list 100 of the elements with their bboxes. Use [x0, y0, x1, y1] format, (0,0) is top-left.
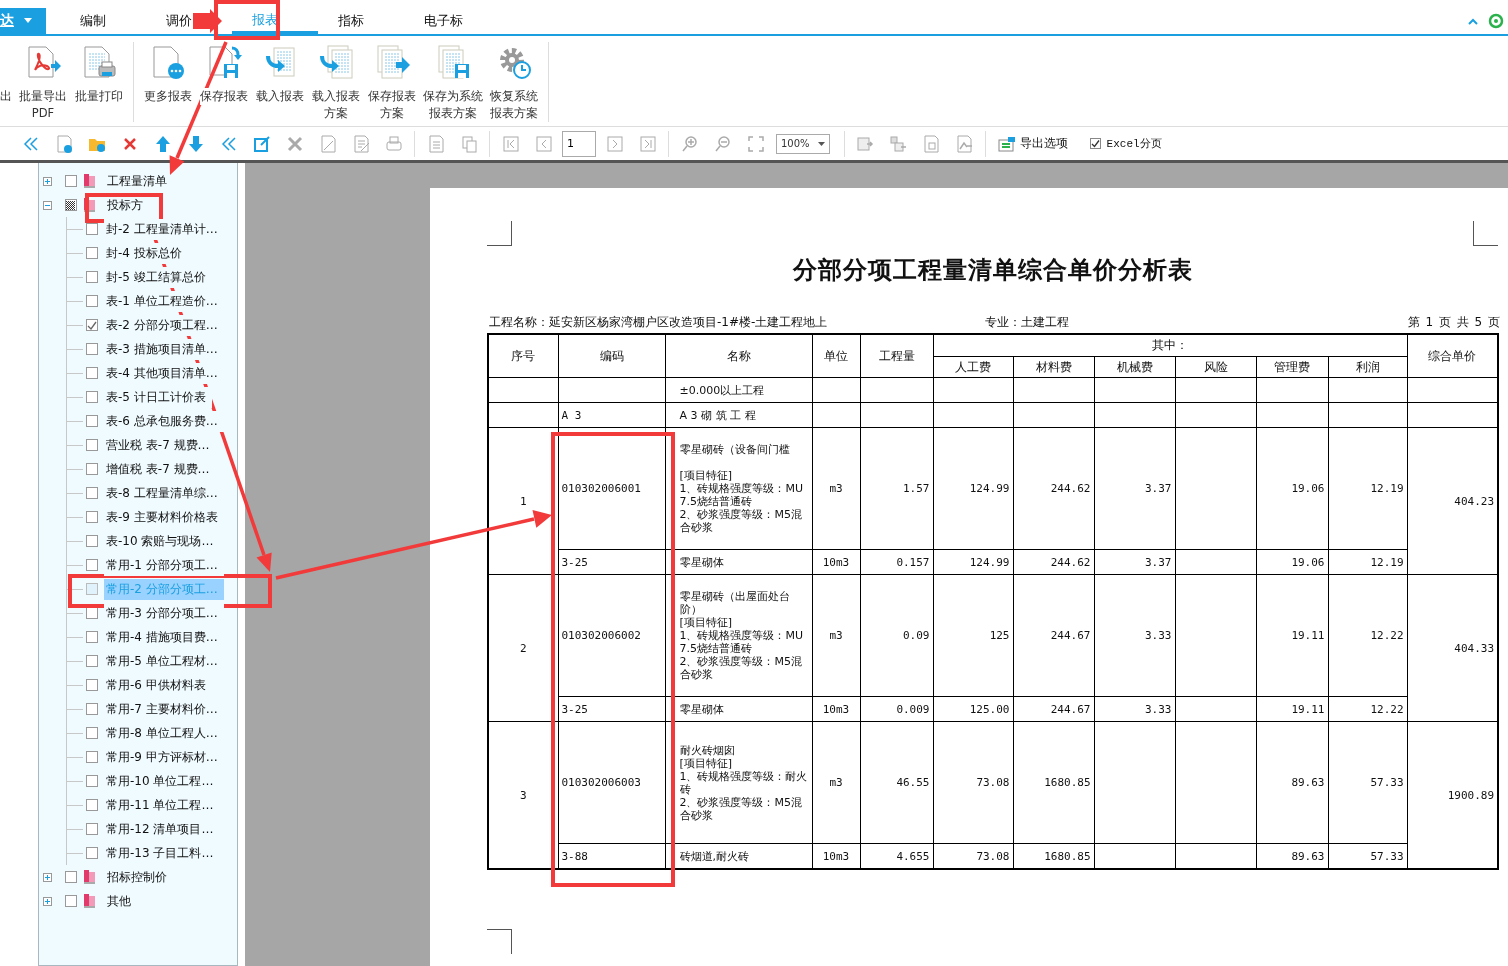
- ribbon-button[interactable]: 批量打印: [71, 36, 127, 105]
- export-image-icon[interactable]: [955, 134, 974, 153]
- new-file-icon[interactable]: [54, 134, 73, 153]
- collapse-icon[interactable]: [219, 134, 238, 153]
- checkbox[interactable]: [86, 703, 98, 715]
- highlight-frame: [214, 0, 280, 40]
- checkbox[interactable]: [65, 895, 77, 907]
- table-cell: 244.62: [1013, 549, 1094, 575]
- expander-icon[interactable]: [43, 896, 52, 906]
- down-arrow-icon[interactable]: [186, 134, 205, 153]
- checkbox[interactable]: [86, 511, 98, 523]
- tree-item[interactable]: 表-5 计日工计价表: [104, 386, 212, 408]
- checkbox[interactable]: [86, 655, 98, 667]
- table-cell: 零星砌体: [665, 549, 812, 575]
- ribbon-tab[interactable]: 调价: [146, 8, 232, 34]
- checkbox[interactable]: [86, 439, 98, 451]
- zoom-out-icon[interactable]: [713, 134, 732, 153]
- checkbox[interactable]: [86, 367, 98, 379]
- help-icon[interactable]: [1488, 13, 1504, 29]
- ribbon-button[interactable]: 出: [0, 36, 15, 105]
- page-edit-icon[interactable]: [351, 134, 370, 153]
- ribbon-tab[interactable]: 指标: [318, 8, 404, 34]
- checkbox[interactable]: [86, 847, 98, 859]
- last-page-icon[interactable]: [638, 134, 657, 153]
- tree-node[interactable]: 工程量清单: [107, 172, 167, 190]
- column-header: 单位: [812, 334, 860, 378]
- checkbox[interactable]: [65, 199, 77, 211]
- checkbox[interactable]: [86, 751, 98, 763]
- checkbox[interactable]: [86, 679, 98, 691]
- checkbox[interactable]: [86, 487, 98, 499]
- fit-screen-icon[interactable]: [746, 134, 765, 153]
- export-page-icon[interactable]: [922, 134, 941, 153]
- ribbon-button[interactable]: 保存报表: [196, 36, 252, 105]
- tree-node[interactable]: 招标控制价: [107, 868, 167, 886]
- table-cell: 10m3: [812, 696, 860, 722]
- tree-node[interactable]: 其他: [107, 892, 131, 910]
- expander-icon[interactable]: [43, 200, 52, 210]
- checkbox[interactable]: [86, 415, 98, 427]
- first-page-icon[interactable]: [501, 134, 520, 153]
- checkbox[interactable]: [86, 799, 98, 811]
- checkbox[interactable]: [86, 775, 98, 787]
- checkbox[interactable]: [86, 559, 98, 571]
- save-document-icon: [206, 44, 242, 80]
- checkbox[interactable]: [86, 223, 98, 235]
- checkbox[interactable]: [86, 535, 98, 547]
- copy-icon[interactable]: [459, 134, 478, 153]
- checkbox[interactable]: [86, 391, 98, 403]
- checkbox[interactable]: [86, 823, 98, 835]
- checkbox[interactable]: [86, 295, 98, 307]
- tree-node[interactable]: 投标方: [107, 196, 143, 214]
- table-cell: 125: [933, 574, 1013, 697]
- checkbox[interactable]: [86, 631, 98, 643]
- table-cell: ±0.000以上工程: [665, 377, 812, 403]
- tree-item[interactable]: 表-6 总承包服务费…: [104, 410, 224, 432]
- ribbon-button[interactable]: 更多报表: [140, 36, 196, 105]
- load-scheme-icon: [318, 44, 354, 80]
- ribbon-tab[interactable]: 编制: [60, 8, 146, 34]
- ribbon-tab[interactable]: 电子标: [404, 8, 490, 34]
- up-arrow-icon[interactable]: [153, 134, 172, 153]
- zoom-dropdown[interactable]: 100%: [776, 133, 830, 154]
- checkbox[interactable]: [86, 319, 98, 331]
- table-cell: 244.62: [1013, 427, 1094, 550]
- next-page-icon[interactable]: [605, 134, 624, 153]
- excel-paging-checkbox[interactable]: Excel分页: [1089, 136, 1162, 151]
- checkbox[interactable]: [65, 871, 77, 883]
- checkbox[interactable]: [65, 175, 77, 187]
- save-scheme-icon: [435, 44, 471, 80]
- table-cell: 零星砌体: [665, 696, 812, 722]
- checkbox[interactable]: [86, 583, 98, 595]
- checkbox[interactable]: [86, 727, 98, 739]
- export-grid-icon[interactable]: [889, 134, 908, 153]
- checkbox[interactable]: [86, 463, 98, 475]
- export-options-button[interactable]: 导出选项: [997, 135, 1068, 152]
- collapse-icon[interactable]: [21, 134, 40, 153]
- column-header: 编码: [558, 334, 665, 378]
- ribbon-button[interactable]: 保存为系统 报表方案: [420, 36, 486, 122]
- caret-down-icon: [817, 141, 825, 146]
- ribbon-button[interactable]: 载入报表 方案: [308, 36, 364, 122]
- blank-page-icon[interactable]: [318, 134, 337, 153]
- printer-icon[interactable]: [384, 134, 403, 153]
- expander-icon[interactable]: [43, 872, 52, 882]
- export-table-icon[interactable]: [856, 134, 875, 153]
- zoom-in-icon[interactable]: [680, 134, 699, 153]
- table-cell: 89.63: [1256, 721, 1328, 844]
- ribbon-button[interactable]: 恢复系统 报表方案: [486, 36, 542, 122]
- previous-page-icon[interactable]: [534, 134, 553, 153]
- table-cell: 10m3: [812, 549, 860, 575]
- ribbon-button[interactable]: 载入报表: [252, 36, 308, 105]
- checkbox[interactable]: [86, 271, 98, 283]
- table-cell: 耐火砖烟囱 [项目特征] 1、砖规格强度等级：耐火砖 2、砂浆强度等级：M5混合砂浆: [665, 721, 812, 844]
- arrow: [193, 9, 222, 33]
- page-number-field[interactable]: 1: [562, 130, 596, 157]
- ribbon-button[interactable]: 保存报表 方案: [364, 36, 420, 122]
- edit-icon[interactable]: [252, 134, 271, 153]
- caret-up-icon[interactable]: [1468, 17, 1478, 25]
- checkbox[interactable]: [86, 247, 98, 259]
- expander-icon[interactable]: [43, 176, 52, 186]
- page-icon[interactable]: [426, 134, 445, 153]
- checkbox[interactable]: [86, 343, 98, 355]
- ribbon-button[interactable]: 批量导出 PDF: [15, 36, 71, 122]
